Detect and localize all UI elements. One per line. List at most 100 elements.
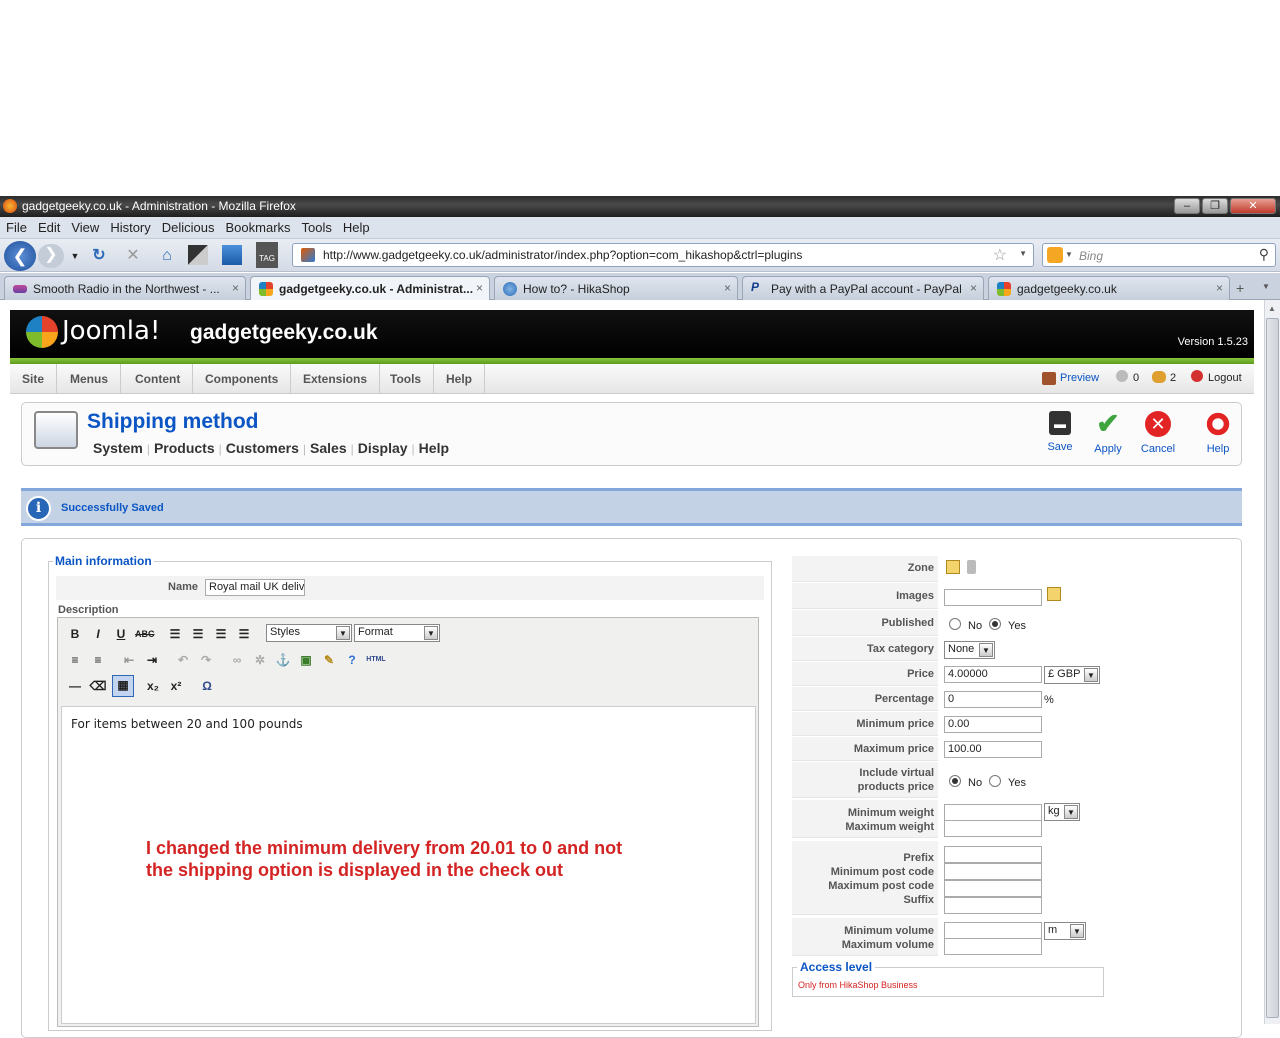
name-input[interactable]: Royal mail UK delivery xyxy=(205,579,305,596)
bing-engine-icon[interactable] xyxy=(1047,247,1063,263)
back-button-icon[interactable]: ❮ xyxy=(4,241,36,271)
reload-icon[interactable]: ↻ xyxy=(88,245,110,267)
unlink-icon[interactable]: ✲ xyxy=(251,651,269,669)
align-right-icon[interactable]: ☰ xyxy=(212,625,230,643)
subnav-system[interactable]: System xyxy=(93,440,143,456)
save-button[interactable]: ▬ Save xyxy=(1038,411,1082,453)
tab-smooth-radio[interactable]: Smooth Radio in the Northwest - ... × xyxy=(4,276,246,300)
access-level-value[interactable]: Only from HikaShop Business xyxy=(798,980,918,990)
min-post-input[interactable] xyxy=(944,863,1042,880)
scroll-thumb[interactable] xyxy=(1266,318,1279,1018)
subnav-sales[interactable]: Sales xyxy=(310,440,347,456)
subscript-icon[interactable]: x₂ xyxy=(144,677,162,695)
page-scrollbar[interactable]: ▲ xyxy=(1264,300,1280,1024)
align-justify-icon[interactable]: ☰ xyxy=(235,625,253,643)
close-tab-icon[interactable]: × xyxy=(476,281,483,295)
stop-icon[interactable]: ✕ xyxy=(122,245,144,267)
max-weight-input[interactable] xyxy=(944,820,1042,837)
weight-unit-select[interactable]: kg ▼ xyxy=(1044,803,1080,821)
horizontal-rule-icon[interactable]: — xyxy=(66,677,84,695)
bold-icon[interactable]: B xyxy=(66,625,84,643)
minimize-button[interactable]: – xyxy=(1174,198,1200,214)
visual-aid-icon[interactable]: ▦ xyxy=(112,675,134,697)
subnav-products[interactable]: Products xyxy=(154,440,215,456)
home-icon[interactable]: ⌂ xyxy=(156,245,178,267)
subnav-display[interactable]: Display xyxy=(358,440,408,456)
close-tab-icon[interactable]: × xyxy=(232,281,239,295)
numbered-list-icon[interactable]: ≡ xyxy=(89,651,107,669)
special-char-icon[interactable]: Ω xyxy=(198,677,216,695)
subnav-help[interactable]: Help xyxy=(419,440,449,456)
jmenu-content[interactable]: Content xyxy=(123,364,194,394)
format-select[interactable]: Format ▼ xyxy=(354,624,440,642)
tab-list-icon[interactable]: ▼ xyxy=(1262,282,1270,291)
italic-icon[interactable]: I xyxy=(89,625,107,643)
currency-select[interactable]: £ GBP ▼ xyxy=(1044,666,1100,684)
menu-delicious[interactable]: Delicious xyxy=(156,217,220,235)
help-button[interactable]: Help xyxy=(1196,411,1240,455)
jmenu-site[interactable]: Site xyxy=(10,364,58,394)
min-volume-input[interactable] xyxy=(944,922,1042,939)
logout-icon[interactable] xyxy=(1191,370,1203,382)
min-weight-input[interactable] xyxy=(944,804,1042,821)
history-dropdown-icon[interactable]: ▼ xyxy=(64,245,86,267)
jmenu-tools[interactable]: Tools xyxy=(378,364,435,394)
scroll-up-icon[interactable]: ▲ xyxy=(1268,304,1276,313)
preview-link[interactable]: Preview xyxy=(1060,372,1099,384)
jmenu-components[interactable]: Components xyxy=(193,364,292,394)
align-center-icon[interactable]: ☰ xyxy=(189,625,207,643)
preview-icon[interactable] xyxy=(1042,372,1056,385)
close-tab-icon[interactable]: × xyxy=(1216,281,1223,295)
tax-category-select[interactable]: None ▼ xyxy=(944,641,995,659)
help-circle-icon[interactable]: ? xyxy=(343,651,361,669)
logout-link[interactable]: Logout xyxy=(1208,372,1242,384)
image-icon[interactable]: ▣ xyxy=(297,651,315,669)
tab-gadgetgeeky-admin[interactable]: gadgetgeeky.co.uk - Administrat... × xyxy=(250,276,490,300)
volume-unit-select[interactable]: m ▼ xyxy=(1044,922,1086,940)
search-bar[interactable]: ▼ Bing ⚲ xyxy=(1042,243,1276,267)
strikethrough-icon[interactable]: ABC xyxy=(135,625,155,643)
superscript-icon[interactable]: x² xyxy=(167,677,185,695)
jmenu-menus[interactable]: Menus xyxy=(58,364,122,394)
search-icon[interactable]: ⚲ xyxy=(1259,246,1269,263)
menu-tools[interactable]: Tools xyxy=(296,217,337,235)
add-image-icon[interactable] xyxy=(1047,587,1061,601)
outdent-icon[interactable]: ⇤ xyxy=(120,651,138,669)
tab-hikashop[interactable]: How to? - HikaShop × xyxy=(494,276,738,300)
bullet-list-icon[interactable]: ≡ xyxy=(66,651,84,669)
undo-icon[interactable]: ↶ xyxy=(174,651,192,669)
apply-button[interactable]: ✔ Apply xyxy=(1086,410,1130,456)
percentage-input[interactable]: 0 xyxy=(944,691,1042,708)
cancel-button[interactable]: ✕ Cancel xyxy=(1136,411,1180,455)
star-bookmark-icon[interactable]: ☆ xyxy=(993,245,1007,265)
max-price-input[interactable]: 100.00 xyxy=(944,741,1042,758)
close-window-button[interactable]: ✕ xyxy=(1230,198,1276,214)
align-left-icon[interactable]: ☰ xyxy=(166,625,184,643)
delicious-icon[interactable] xyxy=(188,245,208,265)
menu-file[interactable]: File xyxy=(0,217,32,235)
max-post-input[interactable] xyxy=(944,880,1042,897)
html-source-icon[interactable]: HTML xyxy=(364,651,388,669)
tab-paypal[interactable]: P Pay with a PayPal account - PayPal × xyxy=(742,276,984,300)
url-dropdown-icon[interactable]: ▼ xyxy=(1019,249,1027,258)
edit-zone-icon[interactable] xyxy=(946,560,960,574)
anchor-icon[interactable]: ⚓ xyxy=(274,651,292,669)
jmenu-extensions[interactable]: Extensions xyxy=(291,364,381,394)
published-no-radio[interactable] xyxy=(949,618,961,630)
styles-select[interactable]: Styles ▼ xyxy=(266,624,352,642)
suffix-input[interactable] xyxy=(944,897,1042,914)
published-yes-radio[interactable] xyxy=(989,618,1001,630)
editor-body[interactable]: For items between 20 and 100 pounds I ch… xyxy=(61,706,756,1024)
redo-icon[interactable]: ↷ xyxy=(197,651,215,669)
max-volume-input[interactable] xyxy=(944,938,1042,955)
menu-bookmarks[interactable]: Bookmarks xyxy=(220,217,296,235)
subnav-customers[interactable]: Customers xyxy=(226,440,299,456)
include-virtual-no-radio[interactable] xyxy=(949,775,961,787)
bookmark-icon[interactable] xyxy=(222,245,242,265)
min-price-input[interactable]: 0.00 xyxy=(944,716,1042,733)
cleanup-icon[interactable]: ✎ xyxy=(320,651,338,669)
menu-history[interactable]: History xyxy=(104,217,155,235)
remove-format-icon[interactable]: ⌫ xyxy=(89,677,107,695)
underline-icon[interactable]: U xyxy=(112,625,130,643)
delete-zone-icon[interactable] xyxy=(967,560,976,574)
